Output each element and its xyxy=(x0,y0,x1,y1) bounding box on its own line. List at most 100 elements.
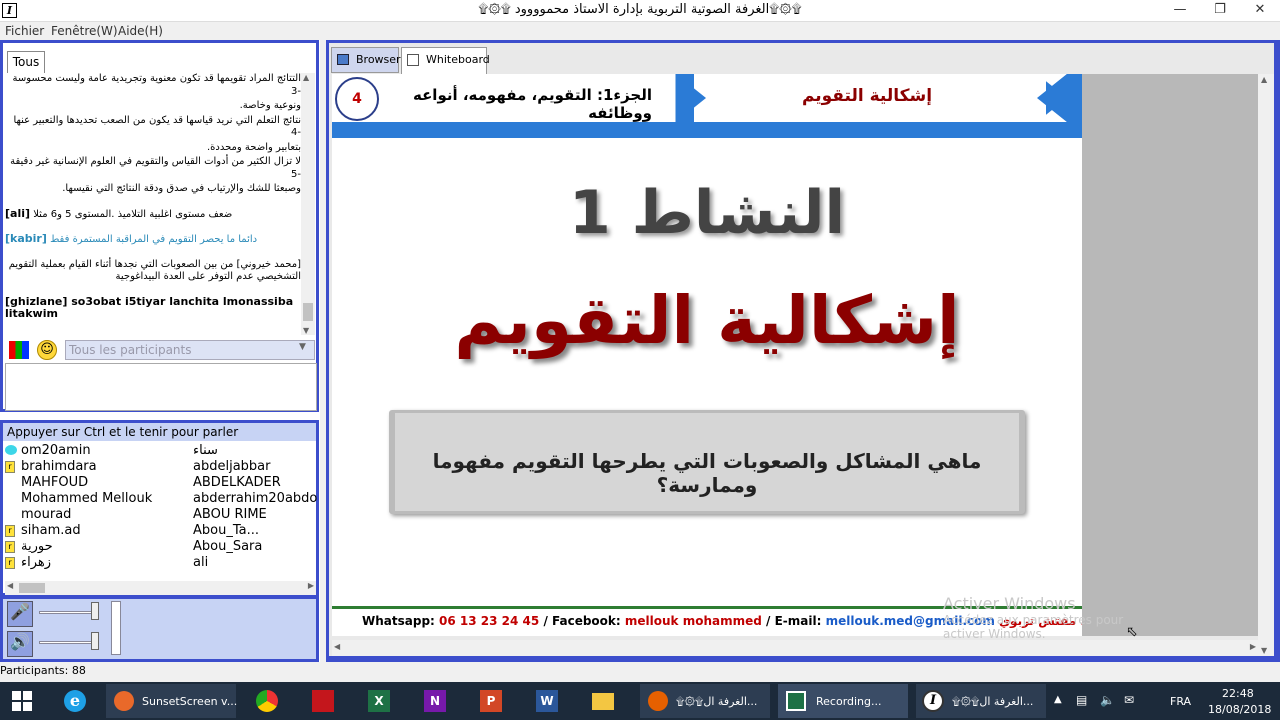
ie-icon[interactable]: e xyxy=(58,684,92,718)
microphone-icon[interactable]: 🎤 xyxy=(7,601,33,627)
taskbar-ivocalis[interactable]: I ۩۞۩الغرفة ال... xyxy=(916,684,1046,718)
user-item[interactable]: om20amin xyxy=(21,443,91,459)
title-bar: I ۩۞۩الغرفة الصوتية التربوية بإدارة الاس… xyxy=(0,0,1280,22)
user-item[interactable]: سناء xyxy=(193,443,218,459)
browser-icon xyxy=(337,54,349,65)
user-item[interactable]: abderrahim20abdo xyxy=(193,491,317,507)
taskbar-recording[interactable]: Recording... xyxy=(778,684,908,718)
network-icon[interactable]: ▤ xyxy=(1076,693,1087,707)
close-button[interactable]: ✕ xyxy=(1240,0,1280,22)
onenote-icon[interactable]: N xyxy=(418,684,452,718)
file-explorer-icon[interactable] xyxy=(586,684,620,718)
hand-raised-icon: r xyxy=(5,461,15,473)
main-title: إشكالية التقويم xyxy=(454,282,960,359)
user-item[interactable]: Mohammed Mellouk xyxy=(21,491,152,507)
participants-count: Participants: 88 xyxy=(0,664,86,677)
language-indicator[interactable]: FRA xyxy=(1166,684,1196,718)
speaker-slider-handle[interactable] xyxy=(91,632,99,650)
user-item[interactable]: ABOU RIME xyxy=(193,507,267,523)
chat-toolbar: ☺ Tous les participants ▼ xyxy=(5,339,315,361)
tab-whiteboard[interactable]: Whiteboard xyxy=(401,47,490,76)
slide-number: 4 xyxy=(335,77,379,121)
tab-browser[interactable]: Browser xyxy=(331,47,401,73)
acrobat-icon[interactable] xyxy=(306,684,340,718)
chat-line: ونوعية وخاصة. xyxy=(239,100,301,111)
level-meter xyxy=(111,601,121,655)
recipient-select[interactable]: Tous les participants xyxy=(65,340,315,360)
chat-message: [kabir] دائما ما يحصر التقويم في المراقب… xyxy=(5,232,258,245)
start-button[interactable] xyxy=(6,684,38,718)
restore-button[interactable]: ❐ xyxy=(1200,0,1240,22)
user-item[interactable]: ABDELKADER xyxy=(193,475,281,491)
chat-line: بتعابير واضحة ومحددة. xyxy=(206,141,301,153)
mic-volume-slider[interactable] xyxy=(39,611,99,614)
user-item[interactable]: حورية xyxy=(21,539,53,555)
activity-title: النشاط 1 xyxy=(568,178,846,248)
chat-message: [ghizlane] so3obat i5tiyar lanchita lmon… xyxy=(5,294,294,320)
menu-bar: Fichier Fenêtre(W) Aide(H) xyxy=(0,22,1280,40)
tab-tous[interactable]: Tous xyxy=(7,51,45,73)
user-item[interactable]: Abou_Sara xyxy=(193,539,262,555)
mic-slider-handle[interactable] xyxy=(91,602,99,620)
system-tray[interactable]: ▲ ▤ 🔈 ✉ xyxy=(1052,684,1148,718)
chat-user: [ali] xyxy=(5,206,31,220)
chat-line: لا تزال الكثير من أدوات القياس والتقويم … xyxy=(10,156,301,180)
user-item[interactable]: زهراء xyxy=(21,555,51,571)
clock[interactable]: 22:48 18/08/2018 xyxy=(1200,684,1272,718)
whiteboard-margin xyxy=(1082,74,1258,636)
slide-section-title: إشكالية التقويم xyxy=(801,86,933,106)
excel-icon[interactable]: X xyxy=(362,684,396,718)
users-hscroll[interactable]: ◀ ▶ xyxy=(5,581,316,595)
user-item[interactable]: Abou_Ta... xyxy=(193,523,259,539)
chat-message: [محمد خيروني] من بين الصعوبات التي نجدها… xyxy=(8,258,301,283)
word-icon[interactable]: W xyxy=(530,684,564,718)
user-item[interactable]: siham.ad xyxy=(21,523,81,539)
volume-icon[interactable]: 🔈 xyxy=(1100,693,1115,707)
tabs-bar: Browser Whiteboard xyxy=(329,43,1274,76)
speaker-icon[interactable]: 🔊 xyxy=(7,631,33,657)
whiteboard-vscroll[interactable]: ▲ ▼ xyxy=(1258,74,1274,656)
user-item[interactable]: mourad xyxy=(21,507,71,523)
chat-line: التتائج المراد تقويمها قد تكون معنوية وت… xyxy=(12,73,301,97)
menu-aide[interactable]: Aide(H) xyxy=(118,24,163,38)
menu-fenetre[interactable]: Fenêtre(W) xyxy=(51,24,118,38)
notification-icon[interactable]: ✉ xyxy=(1124,693,1134,707)
slide-part-title: الجزء1: التقويم، مفهومه، أنواعه ووظائفه xyxy=(412,86,652,122)
minimize-button[interactable]: — xyxy=(1160,0,1200,22)
speaker-volume-slider[interactable] xyxy=(39,641,99,644)
question-text: ماهي المشاكل والصعوبات التي يطرحها التقو… xyxy=(432,449,982,497)
user-item[interactable]: MAHFOUD xyxy=(21,475,88,491)
chevron-up-icon[interactable]: ▲ xyxy=(1054,694,1062,705)
taskbar-sunsetscreen[interactable]: SunsetScreen v... xyxy=(106,684,237,718)
activation-watermark: Activer Windows Accédez aux paramètres p… xyxy=(943,594,1124,641)
whiteboard-content: 4 الجزء1: التقويم، مفهومه، أنواعه ووظائف… xyxy=(329,74,1274,656)
taskbar: e SunsetScreen v... X N P W ۩۞۩الغرفة ال… xyxy=(0,682,1280,720)
menu-fichier[interactable]: Fichier xyxy=(5,24,44,38)
audio-panel: 🎤 🔊 xyxy=(0,596,319,662)
speaking-icon xyxy=(5,445,17,455)
slide: 4 الجزء1: التقويم، مفهومه، أنواعه ووظائف… xyxy=(332,74,1146,636)
powerpoint-icon[interactable]: P xyxy=(474,684,508,718)
chat-input[interactable] xyxy=(5,363,317,411)
slide-header: 4 الجزء1: التقويم، مفهومه، أنواعه ووظائف… xyxy=(332,74,1082,138)
taskbar-firefox[interactable]: ۩۞۩الغرفة ال... xyxy=(640,684,770,718)
chat-line: نتائج التعلم التي نريد قياسها قد يكون من… xyxy=(13,114,301,139)
chrome-icon[interactable] xyxy=(250,684,284,718)
users-panel: Appuyer sur Ctrl et le tenir pour parler… xyxy=(0,420,319,596)
chat-messages: التتائج المراد تقويمها قد تكون معنوية وت… xyxy=(5,73,301,335)
clock-date: 18/08/2018 xyxy=(1208,703,1272,716)
users-header: Appuyer sur Ctrl et le tenir pour parler xyxy=(3,423,316,441)
chat-scrollbar[interactable]: ▲ ▼ xyxy=(301,73,315,335)
chat-message: [ali] ضعف مستوى اغلبية التلاميذ .المستوى… xyxy=(5,206,233,220)
chat-line: وصبعثا للشك والإرتياب في صدق ودقة النتائ… xyxy=(62,183,301,194)
chevron-down-icon[interactable]: ▼ xyxy=(299,342,306,352)
whiteboard-hscroll[interactable]: ◀ ▶ xyxy=(332,640,1258,656)
emoji-icon[interactable]: ☺ xyxy=(37,340,57,360)
color-picker-icon[interactable] xyxy=(9,341,29,359)
whiteboard-icon xyxy=(407,54,419,66)
user-item[interactable]: brahimdara xyxy=(21,459,97,475)
app-icon: I xyxy=(2,3,17,18)
user-item[interactable]: ali xyxy=(193,555,208,571)
user-item[interactable]: abdeljabbar xyxy=(193,459,270,475)
mouse-cursor-icon: ⬁ xyxy=(1126,624,1138,640)
